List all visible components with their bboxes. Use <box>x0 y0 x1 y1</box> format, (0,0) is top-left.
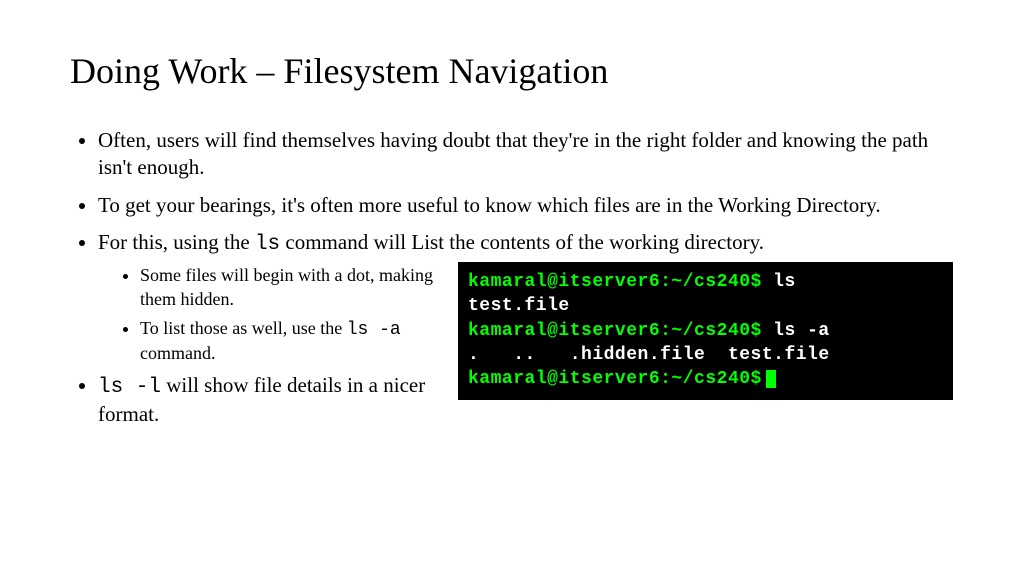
terminal-prompt: kamaral@itserver6:~/cs240$ <box>468 321 762 341</box>
terminal-output: test.file <box>468 296 570 316</box>
text-span: To list those as well, use the <box>140 318 347 338</box>
bullet-item: To get your bearings, it's often more us… <box>98 192 954 219</box>
sub-bullet-item: Some files will begin with a dot, making… <box>140 264 438 311</box>
text-span: command will List the contents of the wo… <box>280 230 764 254</box>
main-bullet-list: Often, users will find themselves having… <box>70 127 954 438</box>
terminal-prompt: kamaral@itserver6:~/cs240$ <box>468 272 762 292</box>
bullet-item: Often, users will find themselves having… <box>98 127 954 182</box>
terminal-command: ls -a <box>762 321 830 341</box>
bullet-item: For this, using the ls command will List… <box>98 229 954 438</box>
slide-title: Doing Work – Filesystem Navigation <box>70 50 954 92</box>
code-span: ls <box>255 233 280 256</box>
terminal-screenshot: kamaral@itserver6:~/cs240$ ls test.file … <box>458 262 953 399</box>
terminal-cursor <box>766 370 776 388</box>
terminal-command: ls <box>762 272 796 292</box>
text-span: For this, using the <box>98 230 255 254</box>
sub-bullet-list: Some files will begin with a dot, making… <box>98 264 438 366</box>
text-span: command. <box>140 343 215 363</box>
terminal-prompt: kamaral@itserver6:~/cs240$ <box>468 369 762 389</box>
sub-bullet-item: To list those as well, use the ls -a com… <box>140 317 438 366</box>
code-span: ls -a <box>347 320 401 340</box>
code-span: ls -l <box>98 376 161 399</box>
terminal-output: . .. .hidden.file test.file <box>468 345 830 365</box>
slide-content: Often, users will find themselves having… <box>70 127 954 438</box>
bullet-item: ls -l will show file details in a nicer … <box>98 372 438 429</box>
